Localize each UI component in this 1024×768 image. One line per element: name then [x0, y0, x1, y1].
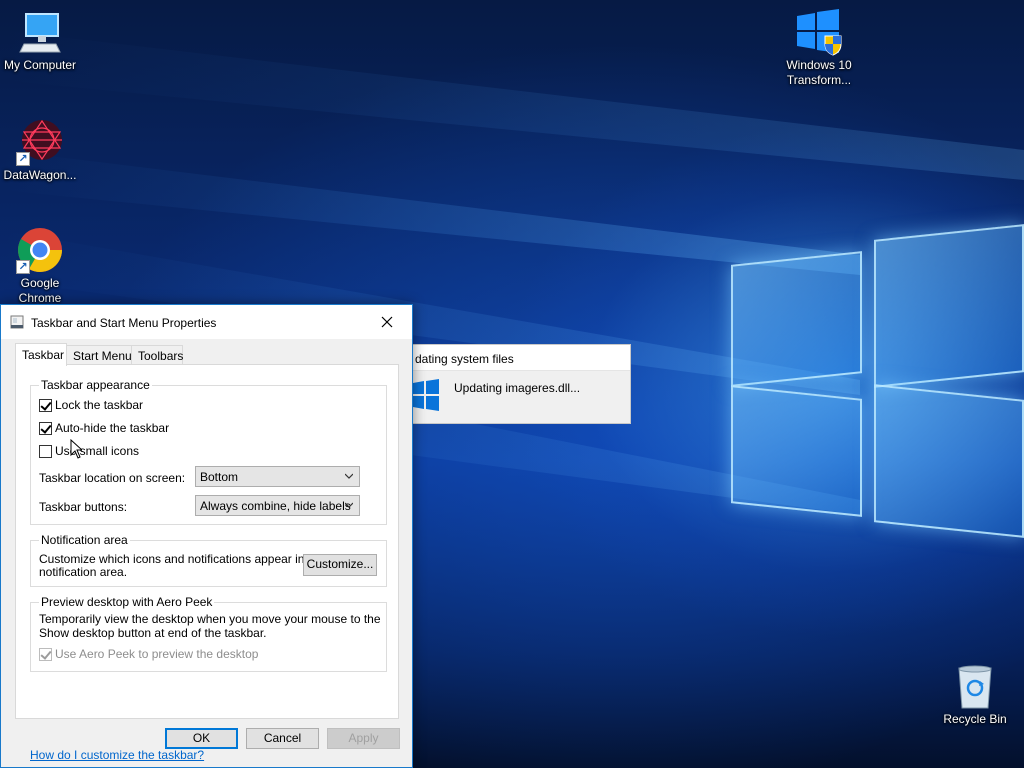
cancel-button[interactable]: Cancel	[246, 728, 319, 749]
tab-start-menu[interactable]: Start Menu	[66, 345, 132, 365]
aero-peek-option[interactable]: Use Aero Peek to preview the desktop	[39, 646, 258, 662]
taskbar-properties-dialog[interactable]: Taskbar and Start Menu Properties Taskba…	[0, 304, 413, 768]
checkbox-label: Use Aero Peek to preview the desktop	[55, 647, 259, 661]
customize-button[interactable]: Customize...	[303, 554, 377, 576]
aero-peek-description: Temporarily view the desktop when you mo…	[39, 612, 381, 626]
select-value: Always combine, hide labels	[200, 499, 351, 513]
chevron-down-icon	[345, 473, 353, 479]
wallpaper-pane-bl	[731, 385, 862, 517]
select-value: Bottom	[200, 470, 239, 484]
checkbox-label: Lock the taskbar	[55, 398, 144, 412]
aero-peek-description-2: Show desktop button at end of the taskba…	[39, 626, 267, 640]
taskbar-properties-icon	[10, 314, 26, 333]
shortcut-arrow-icon: ↗	[16, 260, 30, 274]
updating-window[interactable]: dating system files Updating imageres.dl…	[410, 344, 631, 424]
notification-area-group: Notification area Customize which icons …	[30, 533, 387, 587]
wallpaper-pane-br	[874, 384, 1024, 538]
small-icons-checkbox[interactable]	[39, 444, 52, 458]
taskbar-location-label: Taskbar location on screen:	[39, 471, 186, 485]
desktop-icon-label: Windows 10 Transform...	[786, 58, 852, 87]
desktop-icon-datawagon[interactable]: ↗ DataWagon...	[0, 118, 80, 183]
close-icon[interactable]	[378, 313, 396, 331]
updating-message: Updating imageres.dll...	[454, 381, 581, 395]
autohide-taskbar-option[interactable]: Auto-hide the taskbar	[39, 420, 169, 436]
chrome-icon: ↗	[16, 226, 64, 274]
desktop-icon-my-computer[interactable]: My Computer	[0, 8, 80, 73]
tab-taskbar[interactable]: Taskbar	[15, 343, 67, 366]
group-label: Preview desktop with Aero Peek	[39, 595, 215, 609]
wallpaper-pane-tr	[874, 224, 1024, 388]
aero-peek-checkbox[interactable]	[39, 647, 52, 661]
taskbar-buttons-label: Taskbar buttons:	[39, 500, 128, 514]
desktop-icon-label: Google Chrome	[18, 276, 62, 305]
dialog-titlebar[interactable]: Taskbar and Start Menu Properties	[1, 305, 412, 339]
taskbar-appearance-group: Taskbar appearance Lock the taskbar Auto…	[30, 378, 387, 525]
updating-window-title: dating system files	[411, 345, 630, 371]
desktop-icon-windows10-transform[interactable]: Windows 10 Transform...	[779, 8, 859, 88]
apply-button[interactable]: Apply	[327, 728, 400, 749]
taskbar-location-select[interactable]: Bottom	[195, 466, 360, 487]
datawagon-icon: ↗	[16, 118, 64, 166]
taskbar-tab-panel: Taskbar appearance Lock the taskbar Auto…	[15, 364, 399, 762]
group-label: Notification area	[39, 533, 130, 547]
desktop-icon-label: Recycle Bin	[943, 712, 1007, 726]
desktop-icon-label: My Computer	[3, 58, 77, 72]
taskbar-buttons-select[interactable]: Always combine, hide labels	[195, 495, 360, 516]
checkbox-label: Auto-hide the taskbar	[55, 421, 170, 435]
lock-taskbar-checkbox[interactable]	[39, 398, 52, 412]
dialog-title: Taskbar and Start Menu Properties	[31, 316, 217, 330]
windows-logo-icon	[413, 379, 439, 414]
group-label: Taskbar appearance	[39, 378, 152, 392]
help-link[interactable]: How do I customize the taskbar?	[30, 748, 204, 762]
shortcut-arrow-icon: ↗	[16, 152, 30, 166]
tab-toolbars[interactable]: Toolbars	[131, 345, 183, 365]
wallpaper-pane-tl	[731, 251, 862, 387]
notification-description-2: notification area.	[39, 565, 128, 579]
ok-button[interactable]: OK	[165, 728, 238, 749]
recycle-bin-icon	[951, 662, 999, 710]
small-icons-option[interactable]: Use small icons	[39, 443, 139, 459]
autohide-taskbar-checkbox[interactable]	[39, 421, 52, 435]
desktop-icon-recycle-bin[interactable]: Recycle Bin	[935, 662, 1015, 727]
chevron-down-icon	[345, 502, 353, 508]
desktop-icon-label: DataWagon...	[3, 168, 77, 182]
windows-shield-icon	[795, 8, 843, 56]
aero-peek-group: Preview desktop with Aero Peek Temporari…	[30, 595, 387, 672]
lock-taskbar-option[interactable]: Lock the taskbar	[39, 397, 143, 413]
checkbox-label: Use small icons	[55, 444, 140, 458]
mouse-cursor-icon	[70, 439, 82, 459]
monitor-icon	[16, 8, 64, 56]
desktop-icon-google-chrome[interactable]: ↗ Google Chrome	[0, 226, 80, 306]
